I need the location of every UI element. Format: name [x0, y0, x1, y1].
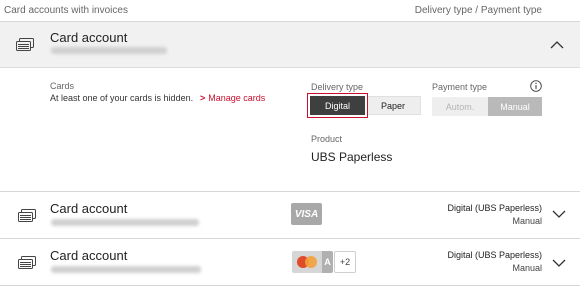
masked-account-number	[51, 47, 167, 54]
delivery-type-value: Digital (UBS Paperless)	[447, 203, 542, 213]
card-stack-icon	[16, 38, 34, 51]
masked-account-number	[51, 219, 199, 226]
payment-type-label: Payment type	[432, 82, 488, 92]
partial-card-logo: A	[322, 251, 333, 273]
mastercard-circle-orange	[305, 256, 317, 268]
chevron-down-icon[interactable]	[552, 258, 566, 268]
accounts-table-header: Card accounts with invoices Delivery typ…	[0, 0, 580, 22]
payment-option-autom[interactable]: Autom.	[432, 97, 488, 116]
payment-type-toggle: Autom. Manual	[432, 97, 542, 116]
card-account-title: Card account	[50, 201, 128, 216]
card-account-title: Card account	[50, 248, 128, 263]
card-account-row[interactable]: Card account A +2 Digital (UBS Paperless…	[0, 239, 580, 286]
payment-option-manual[interactable]: Manual	[488, 97, 542, 116]
card-account-row[interactable]: Card account VISA Digital (UBS Paperless…	[0, 192, 580, 239]
payment-type-value: Manual	[512, 216, 542, 226]
card-account-title: Card account	[50, 30, 128, 45]
delivery-option-digital[interactable]: Digital	[310, 96, 365, 115]
cards-hidden-text: At least one of your cards is hidden.	[50, 93, 194, 103]
product-value: UBS Paperless	[311, 150, 393, 164]
delivery-type-toggle: Digital Paper	[310, 96, 421, 115]
product-label: Product	[311, 134, 343, 144]
more-cards-badge: +2	[334, 251, 356, 273]
manage-cards-link[interactable]: > Manage cards	[200, 93, 265, 103]
chevron-up-icon[interactable]	[550, 40, 564, 50]
chevron-down-icon[interactable]	[552, 209, 566, 219]
card-stack-icon	[18, 256, 36, 269]
visa-card-logo: VISA	[291, 203, 322, 225]
header-delivery-payment: Delivery type / Payment type	[414, 5, 542, 16]
card-account-details	[0, 68, 580, 192]
cards-label: Cards	[50, 81, 75, 91]
delivery-type-value: Digital (UBS Paperless)	[447, 250, 542, 260]
card-stack-icon	[18, 209, 36, 222]
mastercard-logo	[292, 251, 323, 273]
card-account-expanded-header[interactable]: Card account	[0, 22, 580, 68]
chevron-right-icon: >	[200, 93, 206, 103]
masked-account-number	[51, 266, 201, 273]
payment-type-value: Manual	[512, 263, 542, 273]
header-card-accounts: Card accounts with invoices	[4, 5, 128, 16]
delivery-type-label: Delivery type	[311, 82, 364, 92]
info-circle-icon[interactable]	[530, 80, 542, 92]
delivery-option-paper[interactable]: Paper	[365, 96, 421, 115]
manage-cards-label: Manage cards	[208, 93, 266, 103]
